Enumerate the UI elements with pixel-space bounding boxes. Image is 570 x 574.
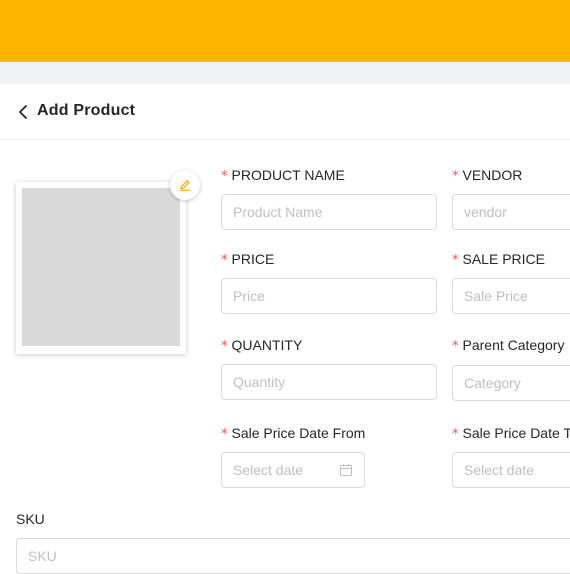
quantity-label-text: QUANTITY [232, 337, 303, 353]
product-name-label: * PRODUCT NAME [221, 167, 345, 184]
parent-category-select[interactable] [452, 365, 570, 401]
page-title: Add Product [37, 102, 135, 120]
price-input[interactable] [221, 278, 437, 314]
page-header: Add Product [0, 84, 570, 140]
edit-image-button[interactable] [170, 170, 200, 200]
sku-input[interactable] [16, 538, 570, 574]
required-mark: * [221, 169, 228, 184]
product-image-card [16, 182, 186, 354]
product-name-label-text: PRODUCT NAME [232, 167, 345, 183]
vendor-input[interactable] [452, 194, 570, 230]
sale-price-date-from-label: * Sale Price Date From [221, 425, 365, 442]
top-bar-gap [0, 62, 570, 84]
sale-price-date-from-input[interactable] [222, 452, 340, 488]
sku-label: SKU [16, 511, 45, 527]
vendor-label-text: VENDOR [463, 167, 523, 183]
add-product-page: Add Product * PRODUCT NAME * VENDOR * PRICE… [0, 84, 570, 570]
product-name-input[interactable] [221, 194, 437, 230]
quantity-input[interactable] [221, 364, 437, 400]
sale-price-date-to-picker[interactable] [452, 452, 570, 488]
required-mark: * [221, 427, 228, 442]
sale-price-date-from-picker[interactable] [221, 452, 365, 488]
sale-price-date-to-label: * Sale Price Date To [452, 425, 570, 442]
price-label: * PRICE [221, 251, 274, 268]
required-mark: * [452, 169, 459, 184]
required-mark: * [221, 253, 228, 268]
quantity-label: * QUANTITY [221, 337, 302, 354]
chevron-left-icon[interactable] [16, 101, 30, 123]
required-mark: * [452, 427, 459, 442]
price-label-text: PRICE [232, 251, 275, 267]
sale-price-input[interactable] [452, 278, 570, 314]
sale-price-label-text: SALE PRICE [463, 251, 545, 267]
sale-price-date-to-input[interactable] [453, 452, 570, 488]
parent-category-label-text: Parent Category [463, 337, 565, 353]
required-mark: * [452, 253, 459, 268]
pencil-icon [178, 178, 192, 192]
required-mark: * [452, 339, 459, 354]
vendor-label: * VENDOR [452, 167, 522, 184]
top-bar [0, 0, 570, 62]
parent-category-label: * Parent Category [452, 337, 564, 354]
sku-label-text: SKU [16, 511, 45, 527]
calendar-icon [339, 463, 353, 477]
sale-price-date-from-label-text: Sale Price Date From [232, 425, 366, 441]
product-image-placeholder [22, 188, 180, 346]
required-mark: * [221, 339, 228, 354]
sale-price-label: * SALE PRICE [452, 251, 545, 268]
sale-price-date-to-label-text: Sale Price Date To [463, 425, 570, 441]
